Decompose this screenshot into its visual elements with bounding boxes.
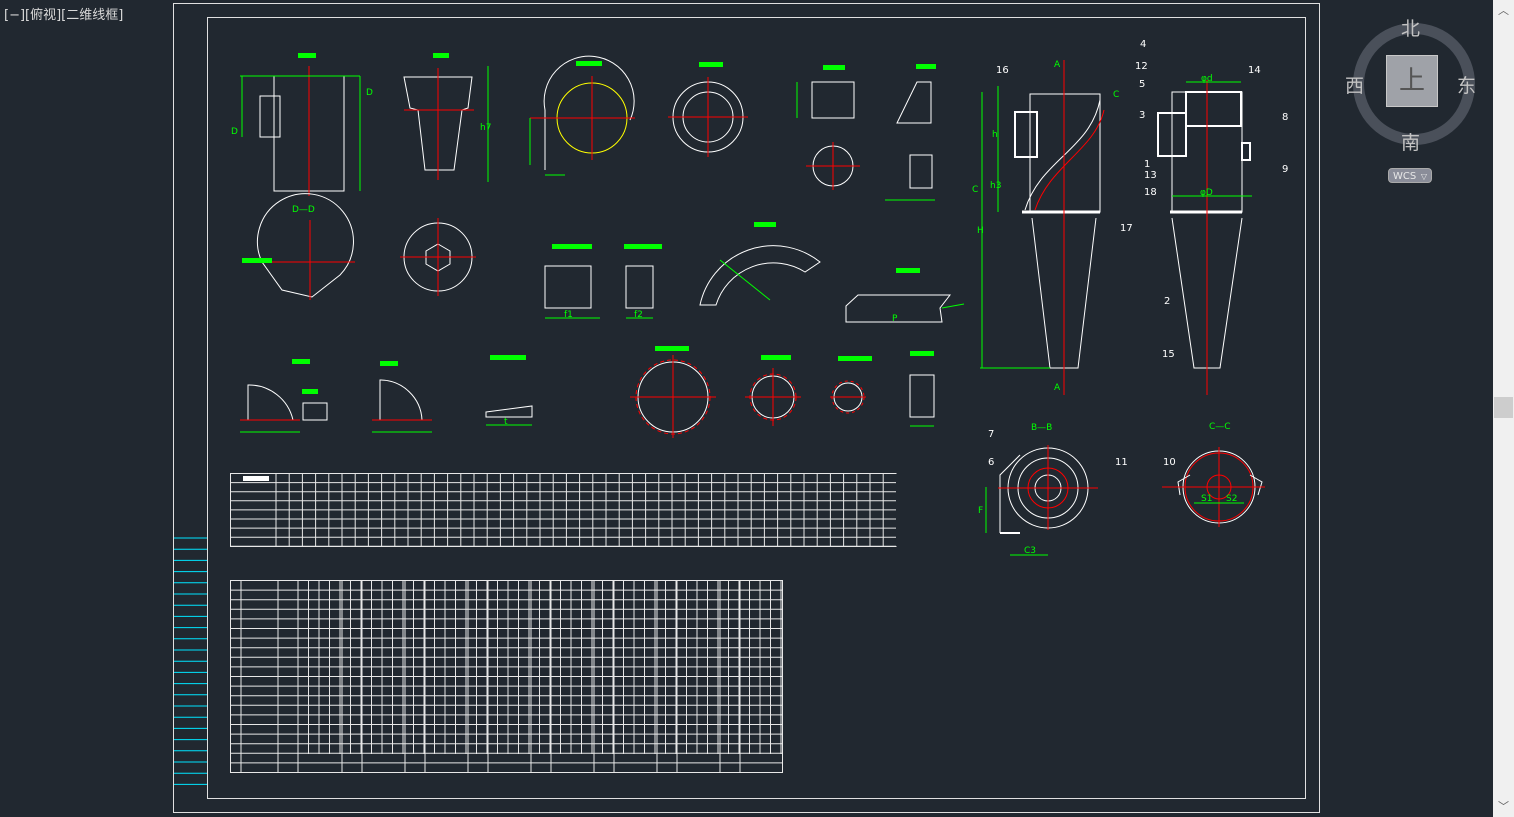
dimension-label: f2 — [634, 310, 643, 320]
view-title-mark — [243, 476, 269, 481]
view-title-mark — [552, 244, 592, 249]
wcs-dropdown[interactable]: WCS ▽ — [1388, 168, 1432, 183]
part-view-5 — [796, 81, 860, 190]
section-cc-view — [1162, 447, 1265, 527]
part-view-4 — [668, 77, 748, 157]
dimension-label: h — [992, 130, 998, 140]
dimension-label: h3 — [990, 181, 1001, 191]
part-view-3 — [529, 55, 635, 176]
dimension-label: S1 — [1201, 494, 1212, 504]
drawing-canvas[interactable]: 16 4 12 5 3 14 8 9 1 13 18 17 2 15 7 6 1… — [0, 0, 1493, 817]
part-number-label: 6 — [988, 457, 994, 468]
chevron-up-icon[interactable]: ︿ — [1493, 2, 1514, 18]
compass-south[interactable]: 南 — [1401, 128, 1420, 155]
part-number-label: 1 — [1144, 159, 1150, 170]
parameter-table-1 — [230, 473, 897, 547]
part-view-9 — [699, 245, 821, 306]
view-title-mark — [292, 359, 310, 364]
drawing-border-inner — [207, 17, 1306, 799]
dimension-label: H — [977, 226, 984, 236]
scrollbar-thumb[interactable] — [1494, 397, 1513, 418]
part-view-14 — [630, 355, 716, 438]
view-title-mark — [655, 346, 689, 351]
part-view-1 — [240, 66, 361, 196]
cyclone-side-view — [1157, 80, 1252, 395]
part-view-10 — [845, 294, 965, 323]
part-number-label: 4 — [1140, 39, 1146, 50]
parameter-table-2 — [230, 580, 783, 773]
viewcube[interactable]: 上 北 南 东 西 WCS ▽ — [1345, 18, 1476, 188]
part-number-label: 17 — [1120, 223, 1133, 234]
viewcube-top-face[interactable]: 上 — [1386, 55, 1438, 107]
part-number-label: 7 — [988, 429, 994, 440]
view-title-mark — [380, 361, 398, 366]
part-number-label: 16 — [996, 65, 1009, 76]
view-title-mark — [916, 64, 936, 69]
dimension-label: φD — [1200, 188, 1213, 198]
part-view-2 — [403, 66, 489, 182]
cyclone-front-view — [980, 60, 1105, 395]
view-title-mark — [910, 351, 934, 356]
dimension-label: φd — [1201, 74, 1213, 84]
part-number-label: 14 — [1248, 65, 1261, 76]
part-view-17 — [909, 374, 935, 427]
compass-west[interactable]: 西 — [1345, 71, 1364, 98]
part-number-label: 9 — [1282, 164, 1288, 175]
dimension-label: f1 — [564, 310, 573, 320]
view-title-mark — [624, 244, 662, 249]
dimension-label: C3 — [1024, 546, 1036, 556]
view-title-mark — [754, 222, 776, 227]
part-number-label: 11 — [1115, 457, 1128, 468]
section-bb-view — [985, 445, 1098, 556]
view-title-mark — [242, 258, 272, 263]
part-view-15 — [745, 368, 801, 426]
section-label: A — [1054, 383, 1061, 393]
part-view-12 — [372, 379, 432, 433]
section-label: C—C — [1209, 422, 1231, 432]
drawing-border-outer — [173, 3, 1320, 813]
view-title-mark — [699, 62, 723, 67]
part-number-label: 12 — [1135, 61, 1148, 72]
view-title-mark — [838, 356, 872, 361]
view-title-mark — [302, 389, 318, 394]
part-view-7 — [400, 218, 476, 296]
section-label: D—D — [292, 205, 315, 215]
view-title-mark — [298, 53, 316, 58]
section-label: C — [972, 185, 978, 195]
part-number-label: 3 — [1139, 110, 1145, 121]
section-label: A — [1054, 60, 1061, 70]
view-title-mark — [896, 268, 920, 273]
part-number-label: 2 — [1164, 296, 1170, 307]
part-view-16 — [830, 380, 866, 414]
binding-strip — [174, 537, 207, 785]
dimension-label: t — [504, 417, 508, 427]
part-number-label: 18 — [1144, 187, 1157, 198]
view-title-mark — [823, 65, 845, 70]
triangle-down-icon: ▽ — [1420, 172, 1427, 181]
view-title-mark — [761, 355, 791, 360]
dimension-label: S2 — [1226, 494, 1237, 504]
part-number-label: 13 — [1144, 170, 1157, 181]
section-label: C — [1113, 90, 1119, 100]
section-label: D — [366, 88, 373, 98]
dimension-label: F — [978, 506, 983, 516]
wcs-label: WCS — [1393, 171, 1417, 182]
vertical-scrollbar[interactable]: ︿ ﹀ — [1493, 0, 1514, 817]
part-view-6 — [885, 81, 935, 201]
dimension-label: P — [892, 314, 898, 324]
part-number-label: 15 — [1162, 349, 1175, 360]
chevron-down-icon[interactable]: ﹀ — [1493, 798, 1514, 814]
compass-east[interactable]: 东 — [1457, 71, 1476, 98]
compass-north[interactable]: 北 — [1401, 14, 1420, 41]
part-number-label: 5 — [1139, 79, 1145, 90]
view-title-mark — [490, 355, 526, 360]
view-title-mark — [433, 53, 449, 58]
section-label: B—B — [1031, 423, 1052, 433]
dimension-label: h7 — [480, 123, 491, 133]
view-title-mark — [576, 61, 602, 66]
section-label: D — [231, 127, 238, 137]
part-number-label: 10 — [1163, 457, 1176, 468]
part-view-13 — [485, 405, 533, 426]
part-number-label: 8 — [1282, 112, 1288, 123]
